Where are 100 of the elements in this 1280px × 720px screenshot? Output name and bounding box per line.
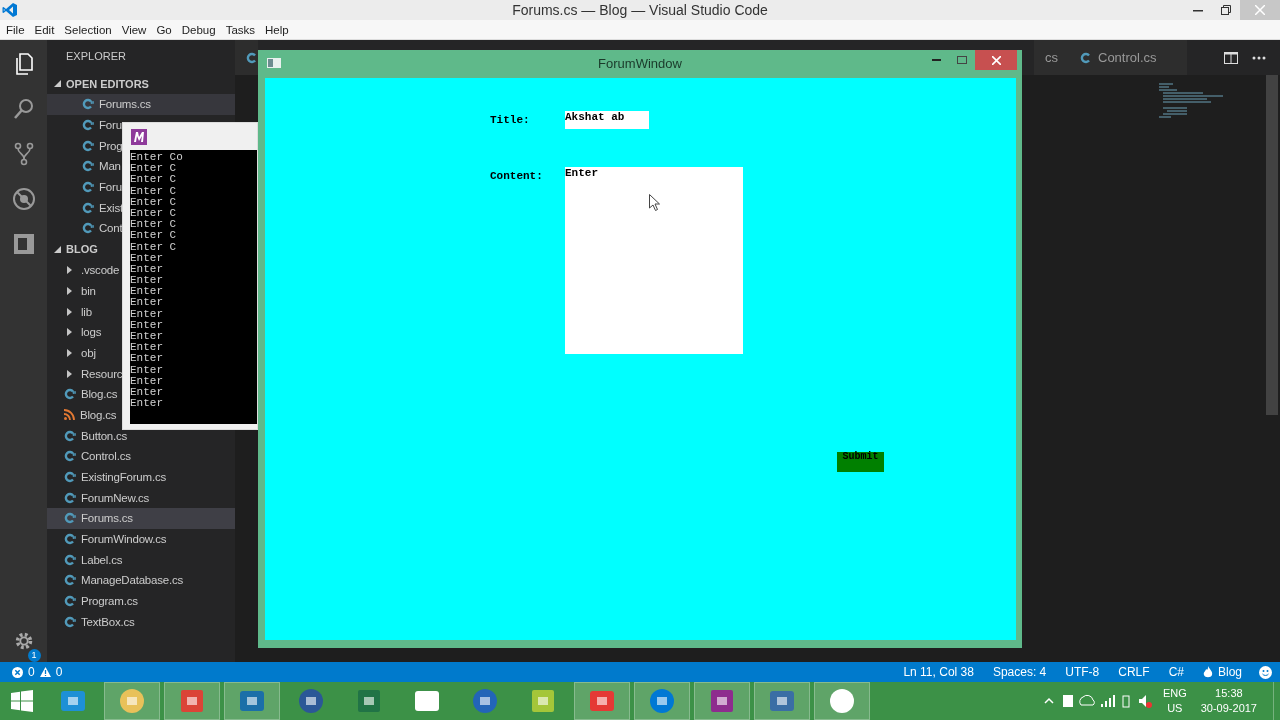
csharp-file-icon bbox=[82, 119, 94, 132]
csharp-file-icon bbox=[64, 574, 76, 587]
explorer-tree-entry[interactable]: logs bbox=[47, 321, 102, 343]
csharp-file-icon bbox=[64, 388, 76, 401]
menu-item[interactable]: Selection bbox=[64, 23, 112, 36]
explorer-tree-entry[interactable]: Program.cs bbox=[47, 590, 138, 612]
explorer-tree-entry[interactable]: Button.cs bbox=[47, 425, 128, 446]
section-header[interactable]: BLOG bbox=[47, 238, 98, 260]
split-editor-icon[interactable] bbox=[1224, 51, 1238, 64]
search-icon[interactable] bbox=[11, 97, 36, 121]
window-title: ForumWindow bbox=[598, 56, 682, 71]
explorer-tree-entry[interactable]: lib bbox=[47, 301, 92, 322]
entry-label: Foru bbox=[99, 119, 122, 132]
menu-item[interactable]: Tasks bbox=[225, 23, 256, 36]
explorer-tree-entry[interactable]: ExistingForum.cs bbox=[47, 466, 166, 488]
entry-label: ManageDatabase.cs bbox=[81, 574, 184, 587]
close-icon bbox=[991, 55, 1001, 65]
menu-item[interactable]: Help bbox=[265, 23, 289, 36]
sidebar-title: EXPLORER bbox=[65, 49, 127, 64]
open-editor-entry[interactable]: Exist bbox=[47, 197, 123, 219]
language-indicator[interactable]: ENG bbox=[1162, 686, 1187, 701]
debug-icon[interactable] bbox=[11, 187, 36, 211]
entry-label: Foru bbox=[99, 181, 122, 194]
scrollbar[interactable] bbox=[1266, 75, 1278, 415]
close-button[interactable] bbox=[975, 50, 1017, 70]
menu-item[interactable]: Edit bbox=[34, 23, 55, 36]
console-line: Enter C bbox=[130, 174, 178, 186]
explorer-tree-entry[interactable]: ManageDatabase.cs bbox=[47, 570, 184, 591]
caret-icon bbox=[66, 266, 73, 275]
console-line: Enter bbox=[130, 342, 164, 354]
explorer-tree-entry[interactable]: Label.cs bbox=[47, 549, 123, 571]
console-line: Enter C bbox=[130, 196, 178, 208]
menu-item[interactable]: View bbox=[121, 23, 147, 36]
field-label: Title: bbox=[490, 114, 531, 128]
more-icon[interactable] bbox=[1252, 55, 1266, 60]
explorer-tree-entry[interactable]: obj bbox=[47, 342, 96, 364]
console-line: Enter bbox=[130, 286, 164, 298]
editor-tab[interactable] bbox=[235, 40, 258, 75]
explorer-tree-entry[interactable]: Blog.cs bbox=[47, 404, 117, 426]
maximize-icon bbox=[957, 56, 967, 64]
open-editor-entry[interactable]: Cont bbox=[47, 218, 123, 239]
explorer-tree-entry[interactable]: Resourc bbox=[47, 363, 123, 384]
status-item[interactable]: UTF-8 bbox=[1065, 665, 1100, 679]
status-item[interactable]: Spaces: 4 bbox=[992, 665, 1047, 679]
explorer-tree-entry[interactable]: bin bbox=[47, 280, 96, 302]
console-line: Enter C bbox=[130, 163, 178, 175]
entry-label: Forums.cs bbox=[99, 98, 151, 111]
minimize-icon bbox=[931, 59, 941, 61]
project-name[interactable]: Blog bbox=[1217, 665, 1242, 679]
csharp-file-icon bbox=[82, 201, 94, 214]
notification-badge: 1 bbox=[27, 649, 41, 662]
explorer-tree-entry[interactable]: .vscode bbox=[47, 259, 120, 281]
csharp-file-icon bbox=[64, 615, 76, 628]
console-line: Enter C bbox=[130, 241, 178, 253]
entry-label: ForumWindow.cs bbox=[81, 533, 167, 546]
menu-item[interactable]: Debug bbox=[181, 23, 216, 36]
section-title: BLOG bbox=[66, 243, 98, 256]
entry-label: bin bbox=[81, 284, 96, 297]
caret-icon bbox=[66, 348, 73, 357]
open-editor-entry[interactable]: Foru bbox=[47, 114, 122, 136]
menu-item[interactable]: Go bbox=[156, 23, 172, 36]
warning-count[interactable]: 0 bbox=[55, 665, 63, 679]
open-editor-entry[interactable]: Foru bbox=[47, 176, 122, 198]
console-line: Enter bbox=[130, 364, 164, 376]
text-area[interactable]: Enter bbox=[565, 167, 743, 354]
explorer-tree-entry[interactable]: ForumNew.cs bbox=[47, 487, 150, 509]
close-icon bbox=[1255, 5, 1265, 15]
editor-tab[interactable]: cs bbox=[1034, 40, 1070, 75]
region-indicator[interactable]: US bbox=[1167, 701, 1183, 716]
menu-item[interactable]: File bbox=[6, 23, 25, 36]
smiley-icon[interactable] bbox=[1259, 665, 1272, 679]
extensions-icon[interactable] bbox=[11, 232, 36, 256]
input-field[interactable]: Akshat ab bbox=[565, 111, 649, 129]
submit-button[interactable]: Submit bbox=[837, 452, 884, 472]
open-editor-entry[interactable]: Man bbox=[47, 156, 121, 177]
clock-date[interactable]: 30-09-2017 bbox=[1200, 701, 1257, 716]
console-line: Enter Co bbox=[130, 152, 184, 164]
start-icon[interactable] bbox=[11, 690, 33, 712]
explorer-tree-entry[interactable]: ForumWindow.cs bbox=[47, 528, 167, 550]
open-editor-entry[interactable]: Forums.cs bbox=[47, 94, 235, 115]
console-line: Enter bbox=[130, 386, 164, 399]
console-line: Enter bbox=[130, 375, 164, 387]
tab-label: Control.cs bbox=[1098, 50, 1157, 65]
error-icon bbox=[12, 666, 23, 678]
editor-tab[interactable]: Control.cs bbox=[1070, 40, 1187, 75]
explorer-tree-entry[interactable]: Blog.cs bbox=[47, 383, 118, 405]
entry-label: ForumNew.cs bbox=[81, 491, 150, 504]
error-count[interactable]: 0 bbox=[28, 665, 35, 679]
console-line: Enter bbox=[130, 263, 164, 276]
status-item[interactable]: C# bbox=[1168, 665, 1184, 679]
clock-time[interactable]: 15:38 bbox=[1215, 686, 1243, 701]
explorer-tree-entry[interactable]: Control.cs bbox=[47, 446, 131, 467]
open-editor-entry[interactable]: Prog bbox=[47, 135, 123, 157]
csharp-file-icon bbox=[64, 595, 76, 608]
status-item[interactable]: Ln 11, Col 38 bbox=[903, 665, 974, 679]
rss-icon bbox=[64, 409, 75, 421]
status-item[interactable]: CRLF bbox=[1118, 665, 1150, 679]
section-header[interactable]: OPEN EDITORS bbox=[47, 73, 149, 94]
explorer-tree-entry[interactable]: Forums.cs bbox=[47, 508, 235, 529]
explorer-tree-entry[interactable]: TextBox.cs bbox=[47, 611, 135, 633]
